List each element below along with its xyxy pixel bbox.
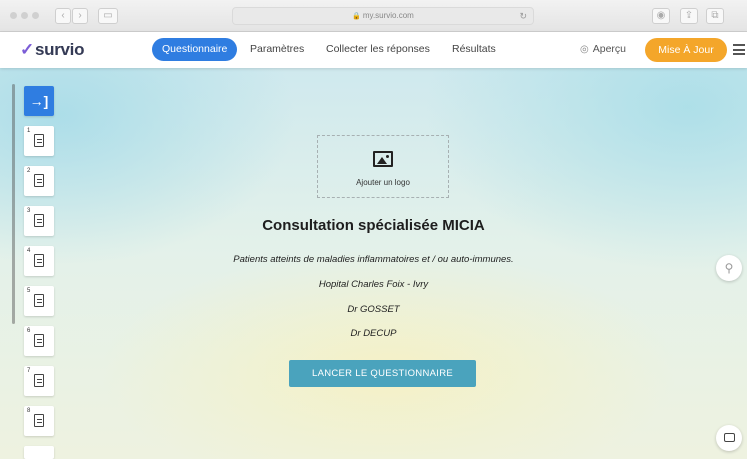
image-icon xyxy=(373,151,393,167)
logo-check-icon: ✓ xyxy=(20,40,34,59)
sidebar-toggle-icon[interactable]: ▭ xyxy=(98,8,118,24)
eye-icon: ◎ xyxy=(580,44,589,55)
design-brush-icon[interactable]: ⚲ xyxy=(716,255,742,281)
tab-resultats[interactable]: Résultats xyxy=(452,43,496,55)
sidebar-page-8[interactable]: 8 xyxy=(24,406,54,436)
sidebar-page-7[interactable]: 7 xyxy=(24,366,54,396)
page-number: 8 xyxy=(27,408,31,414)
reload-icon[interactable]: ↻ xyxy=(519,8,527,24)
survey-title[interactable]: Consultation spécialisée MICIA xyxy=(0,217,747,234)
add-logo-placeholder[interactable]: Ajouter un logo xyxy=(317,135,449,198)
zoom-window-dot[interactable] xyxy=(32,12,39,19)
back-button[interactable]: ‹ xyxy=(55,8,71,24)
survey-description-line[interactable]: Patients atteints de maladies inflammato… xyxy=(0,254,747,265)
sidebar-page-1[interactable]: 1 xyxy=(24,126,54,156)
preview-button[interactable]: ◎ Aperçu xyxy=(580,43,626,55)
document-icon xyxy=(34,134,44,147)
survey-description-line[interactable]: Hopital Charles Foix - Ivry xyxy=(0,279,747,290)
document-icon xyxy=(34,374,44,387)
update-button[interactable]: Mise À Jour xyxy=(645,38,727,62)
browser-toolbar: ‹ › ▭ 🔒 my.survio.com ↻ ◉ ⇪ ⧉ xyxy=(0,0,747,32)
logo-text: survio xyxy=(34,40,85,59)
url-text: my.survio.com xyxy=(362,11,414,20)
sign-in-icon: →] xyxy=(29,93,49,109)
close-window-dot[interactable] xyxy=(10,12,17,19)
survey-description-line[interactable]: Dr DECUP xyxy=(0,328,747,339)
shield-icon[interactable]: ◉ xyxy=(652,8,670,24)
survio-logo[interactable]: ✓survio xyxy=(20,40,84,60)
app-header: ✓survio Questionnaire Paramètres Collect… xyxy=(0,32,747,68)
sidebar-page-partial[interactable] xyxy=(24,446,54,459)
page-number: 1 xyxy=(27,128,31,134)
hamburger-menu-icon[interactable] xyxy=(733,44,745,55)
minimize-window-dot[interactable] xyxy=(21,12,28,19)
start-survey-button[interactable]: LANCER LE QUESTIONNAIRE xyxy=(289,360,476,387)
add-logo-label: Ajouter un logo xyxy=(356,178,410,187)
forward-button[interactable]: › xyxy=(72,8,88,24)
document-icon xyxy=(34,414,44,427)
survey-description-line[interactable]: Dr GOSSET xyxy=(0,304,747,315)
preview-label: Aperçu xyxy=(592,43,627,55)
tabs-icon[interactable]: ⧉ xyxy=(706,8,724,24)
lock-icon: 🔒 xyxy=(352,13,361,20)
sidebar-page-2[interactable]: 2 xyxy=(24,166,54,196)
page-number: 7 xyxy=(27,368,31,374)
entry-page-button[interactable]: →] xyxy=(24,86,54,116)
chat-icon[interactable] xyxy=(716,425,742,451)
tab-questionnaire[interactable]: Questionnaire xyxy=(152,38,238,61)
share-icon[interactable]: ⇪ xyxy=(680,8,698,24)
tab-collecter[interactable]: Collecter les réponses xyxy=(326,43,430,55)
tab-parametres[interactable]: Paramètres xyxy=(250,43,304,55)
page-number: 2 xyxy=(27,168,31,174)
address-bar[interactable]: 🔒 my.survio.com ↻ xyxy=(232,7,534,25)
document-icon xyxy=(34,174,44,187)
page-number: 3 xyxy=(27,208,31,214)
